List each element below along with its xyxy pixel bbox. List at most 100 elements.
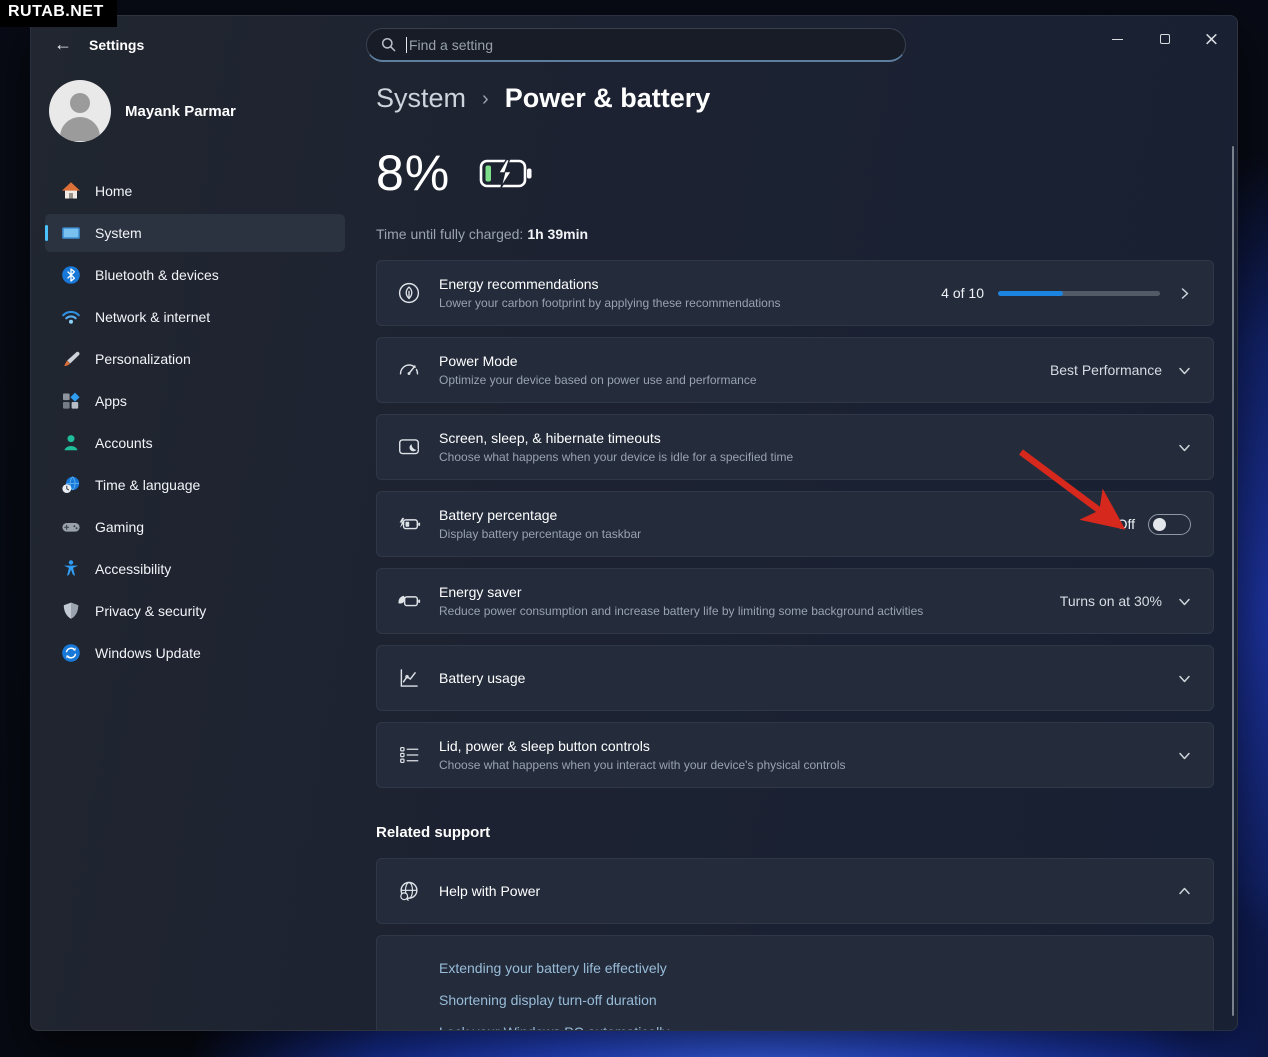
card-subtitle: Display battery percentage on taskbar <box>439 527 1117 541</box>
card-title: Screen, sleep, & hibernate timeouts <box>439 430 1178 446</box>
sidebar-item-apps[interactable]: Apps <box>45 382 345 420</box>
card-battery-percentage[interactable]: Battery percentage Display battery perce… <box>376 491 1214 557</box>
main-content: System › Power & battery 8% Time until f… <box>376 16 1216 1031</box>
avatar <box>49 80 111 142</box>
card-subtitle: Lower your carbon footprint by applying … <box>439 296 941 310</box>
chevron-down-icon[interactable] <box>1178 364 1191 377</box>
recommendation-count: 4 of 10 <box>941 285 984 301</box>
chevron-down-icon[interactable] <box>1178 441 1191 454</box>
speedometer-icon <box>397 358 421 382</box>
card-energy-recommendations[interactable]: Energy recommendations Lower your carbon… <box>376 260 1214 326</box>
card-title: Battery percentage <box>439 507 1117 523</box>
sidebar-item-accounts[interactable]: Accounts <box>45 424 345 462</box>
card-title: Power Mode <box>439 353 1050 369</box>
card-title: Battery usage <box>439 670 1178 686</box>
breadcrumb-parent[interactable]: System <box>376 83 466 114</box>
chevron-down-icon[interactable] <box>1178 595 1191 608</box>
toggle-knob <box>1153 518 1166 531</box>
sidebar-item-bluetooth[interactable]: Bluetooth & devices <box>45 256 345 294</box>
settings-window: ← Settings × Mayank Parmar Home System B… <box>30 15 1238 1031</box>
shield-icon <box>61 601 81 621</box>
sidebar-item-label: Time & language <box>95 477 200 493</box>
battery-leaf-icon <box>397 589 421 613</box>
charge-time-label: Time until fully charged: <box>376 226 523 242</box>
back-button[interactable]: ← <box>47 30 79 58</box>
sidebar-item-personalization[interactable]: Personalization <box>45 340 345 378</box>
back-arrow-icon: ← <box>54 34 72 55</box>
user-name: Mayank Parmar <box>125 103 236 120</box>
sidebar-item-label: Gaming <box>95 519 144 535</box>
paintbrush-icon <box>61 349 81 369</box>
wifi-icon <box>61 307 81 327</box>
card-battery-usage[interactable]: Battery usage <box>376 645 1214 711</box>
update-icon <box>61 643 81 663</box>
sidebar-item-windows-update[interactable]: Windows Update <box>45 634 345 672</box>
accessibility-icon <box>61 559 81 579</box>
card-power-mode[interactable]: Power Mode Optimize your device based on… <box>376 337 1214 403</box>
gamepad-icon <box>61 517 81 537</box>
sidebar-item-label: Personalization <box>95 351 191 367</box>
help-links-panel: Extending your battery life effectively … <box>376 935 1214 1031</box>
progress-bar <box>998 291 1160 296</box>
vertical-scrollbar[interactable] <box>1232 146 1234 1016</box>
sidebar-item-time-language[interactable]: Time & language <box>45 466 345 504</box>
help-link[interactable]: Shortening display turn-off duration <box>439 990 657 1010</box>
sidebar-item-network[interactable]: Network & internet <box>45 298 345 336</box>
sidebar-item-label: Home <box>95 183 132 199</box>
card-title: Help with Power <box>439 883 1178 899</box>
sidebar-item-home[interactable]: Home <box>45 172 345 210</box>
battery-percent: 8% <box>376 144 450 202</box>
screen-moon-icon <box>397 435 421 459</box>
breadcrumb: System › Power & battery <box>376 83 1216 114</box>
chevron-down-icon[interactable] <box>1178 749 1191 762</box>
sidebar-item-accessibility[interactable]: Accessibility <box>45 550 345 588</box>
apps-icon <box>61 391 81 411</box>
toggle-state-label: Off <box>1117 516 1135 532</box>
charge-time-value: 1h 39min <box>527 226 588 242</box>
sidebar-item-label: Accessibility <box>95 561 171 577</box>
card-screen-sleep-timeouts[interactable]: Screen, sleep, & hibernate timeouts Choo… <box>376 414 1214 480</box>
sidebar-nav: Home System Bluetooth & devices Network … <box>45 172 345 676</box>
battery-charging-icon <box>478 153 534 193</box>
charge-time-line: Time until fully charged:1h 39min <box>376 226 1216 242</box>
card-subtitle: Reduce power consumption and increase ba… <box>439 604 1060 618</box>
sidebar-item-privacy[interactable]: Privacy & security <box>45 592 345 630</box>
sidebar-item-gaming[interactable]: Gaming <box>45 508 345 546</box>
battery-hero: 8% <box>376 144 1216 202</box>
help-link[interactable]: Lock your Windows PC automatically <box>439 1022 669 1031</box>
watermark-badge: RUTAB.NET <box>0 0 117 27</box>
settings-cards: Energy recommendations Lower your carbon… <box>376 260 1214 788</box>
home-icon <box>61 181 81 201</box>
app-title: Settings <box>89 37 144 53</box>
sidebar-item-label: Windows Update <box>95 645 201 661</box>
energy-saver-value[interactable]: Turns on at 30% <box>1060 593 1162 609</box>
power-mode-value[interactable]: Best Performance <box>1050 362 1162 378</box>
page-title: Power & battery <box>505 83 711 114</box>
sliders-icon <box>397 743 421 767</box>
sidebar-item-label: Bluetooth & devices <box>95 267 219 283</box>
related-support-heading: Related support <box>376 824 1216 841</box>
sidebar-item-label: Network & internet <box>95 309 210 325</box>
card-help-with-power[interactable]: Help with Power <box>376 858 1214 924</box>
battery-percentage-toggle[interactable] <box>1148 514 1191 535</box>
card-lid-power-sleep[interactable]: Lid, power & sleep button controls Choos… <box>376 722 1214 788</box>
line-chart-icon <box>397 666 421 690</box>
bluetooth-icon <box>61 265 81 285</box>
leaf-circle-icon <box>397 281 421 305</box>
help-link[interactable]: Extending your battery life effectively <box>439 958 667 978</box>
sidebar-item-label: Accounts <box>95 435 153 451</box>
chevron-up-icon[interactable] <box>1178 885 1191 898</box>
chevron-down-icon[interactable] <box>1178 672 1191 685</box>
progress-fill <box>998 291 1063 296</box>
user-profile[interactable]: Mayank Parmar <box>49 80 236 142</box>
chevron-right-icon[interactable] <box>1178 287 1191 300</box>
card-subtitle: Optimize your device based on power use … <box>439 373 1050 387</box>
sidebar-item-label: Apps <box>95 393 127 409</box>
system-icon <box>61 223 81 243</box>
sidebar-item-system[interactable]: System <box>45 214 345 252</box>
card-title: Lid, power & sleep button controls <box>439 738 1178 754</box>
card-subtitle: Choose what happens when your device is … <box>439 450 1178 464</box>
card-title: Energy recommendations <box>439 276 941 292</box>
sidebar-item-label: Privacy & security <box>95 603 206 619</box>
card-energy-saver[interactable]: Energy saver Reduce power consumption an… <box>376 568 1214 634</box>
